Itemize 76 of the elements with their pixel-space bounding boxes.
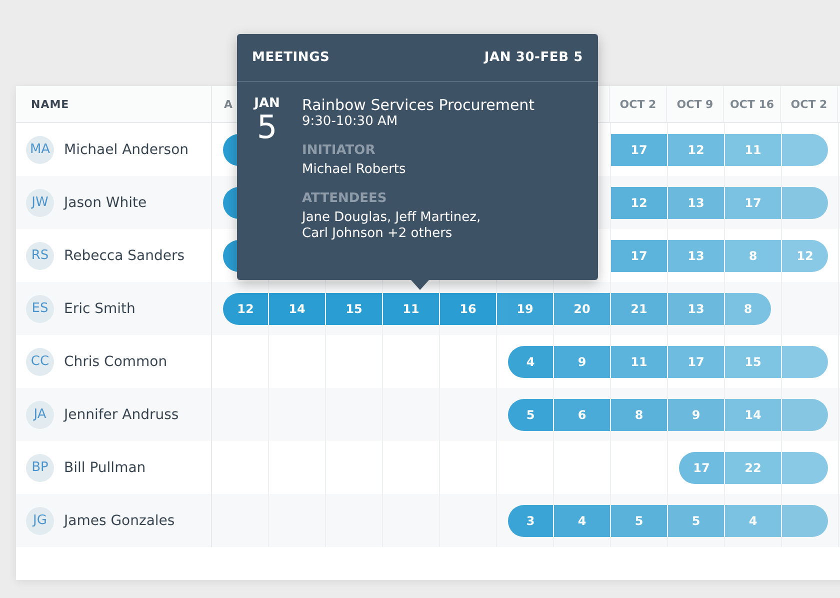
event-title: Rainbow Services Procurement	[302, 96, 535, 114]
person-name: Rebecca Sanders	[64, 248, 185, 264]
schedule-bar-segment[interactable]: 15	[326, 292, 382, 324]
person-name: James Gonzales	[64, 512, 175, 528]
schedule-bar-segment[interactable]: 12	[668, 134, 724, 166]
avatar-initials: JA	[26, 400, 54, 428]
column-heading: OCT 16	[730, 98, 774, 110]
event-day: 5	[256, 111, 278, 143]
schedule-bar-segment[interactable]: 12	[611, 186, 667, 218]
schedule-bar-segment[interactable]: 9	[668, 398, 724, 430]
avatar-initials: JW	[26, 188, 54, 216]
schedule-bar-segment[interactable]: 21	[611, 292, 667, 324]
person-name: Bill Pullman	[64, 460, 146, 476]
schedule-bar-segment[interactable]: 8	[611, 398, 667, 430]
schedule-bar-segment[interactable]: 9	[554, 346, 610, 378]
person-name: Michael Anderson	[64, 142, 189, 158]
schedule-bar-segment[interactable]: 4	[725, 504, 781, 536]
schedule-bar-segment[interactable]	[782, 452, 828, 484]
schedule-bar-segment[interactable]: 17	[725, 186, 781, 218]
schedule-bar-segment[interactable]: 13	[668, 186, 724, 218]
schedule-bar-segment[interactable]: 19	[497, 292, 553, 324]
schedule-bar-segment[interactable]: 14	[269, 292, 325, 324]
schedule-bar-segment[interactable]: 16	[440, 292, 496, 324]
schedule-bar-segment[interactable]: 11	[611, 346, 667, 378]
avatar-initials: JG	[26, 506, 54, 534]
column-heading: A	[224, 98, 233, 110]
schedule-bar-segment[interactable]	[782, 346, 828, 378]
avatar-initials: ES	[26, 294, 54, 322]
schedule-bar-segment[interactable]	[782, 504, 828, 536]
schedule-bar-segment[interactable]: 3	[508, 504, 553, 536]
schedule-bar-segment[interactable]	[782, 186, 828, 218]
avatar-initials: RS	[26, 242, 54, 270]
event-time: 9:30-10:30 AM	[302, 114, 398, 129]
person-name: Chris Common	[64, 354, 168, 370]
avatar-initials: MA	[26, 136, 54, 164]
schedule-bar-segment[interactable]: 8	[725, 240, 781, 272]
column-heading: NAME	[31, 98, 70, 110]
popup-title: MEETINGS	[252, 50, 330, 65]
schedule-bar-segment[interactable]: 5	[668, 504, 724, 536]
schedule-bar-segment[interactable]: 17	[611, 134, 667, 166]
initiator-name: Michael Roberts	[302, 162, 406, 177]
schedule-bar-segment[interactable]: 5	[611, 504, 667, 536]
schedule-bar-segment[interactable]: 17	[679, 452, 724, 484]
attendees-names: Carl Johnson +2 others	[302, 226, 452, 242]
schedule-bar-segment[interactable]: 13	[668, 240, 724, 272]
schedule-bar-segment[interactable]: 12	[782, 240, 828, 272]
schedule-bar-segment[interactable]: 4	[554, 504, 610, 536]
schedule-bar-segment[interactable]: 11	[383, 292, 439, 324]
schedule-bar-segment[interactable]	[782, 398, 828, 430]
schedule-bar-segment[interactable]: 5	[508, 398, 553, 430]
schedule-bar-segment[interactable]: 13	[668, 292, 724, 324]
schedule-bar-segment[interactable]: 8	[725, 292, 771, 324]
initiator-label: INITIATOR	[302, 143, 376, 158]
schedule-bar-segment[interactable]: 4	[508, 346, 553, 378]
schedule-bar-segment[interactable]: 11	[725, 134, 781, 166]
schedule-bar-segment[interactable]: 12	[223, 292, 268, 324]
schedule-bar-segment[interactable]: 14	[725, 398, 781, 430]
avatar-initials: BP	[26, 454, 54, 482]
person-name: Jennifer Andruss	[64, 406, 179, 422]
column-heading: OCT 2	[790, 98, 828, 110]
schedule-bar-segment[interactable]	[782, 134, 828, 166]
schedule-bar-segment[interactable]: 17	[668, 346, 724, 378]
attendees-label: ATTENDEES	[302, 191, 387, 206]
schedule-bar-segment[interactable]: 17	[611, 240, 667, 272]
event-month: JAN	[254, 96, 280, 111]
column-heading: OCT 2	[620, 98, 656, 110]
person-name: Jason White	[64, 194, 147, 210]
person-name: Eric Smith	[64, 300, 136, 316]
date-range: JAN 30-FEB 5	[484, 50, 583, 65]
attendees-names: Jane Douglas, Jeff Martinez,	[302, 210, 481, 226]
avatar-initials: CC	[26, 348, 54, 376]
column-heading: OCT 9	[676, 98, 714, 110]
schedule-bar-segment[interactable]: 20	[554, 292, 610, 324]
schedule-bar-segment[interactable]: 6	[554, 398, 610, 430]
schedule-bar-segment[interactable]: 22	[725, 452, 781, 484]
schedule-bar-segment[interactable]: 15	[725, 346, 781, 378]
